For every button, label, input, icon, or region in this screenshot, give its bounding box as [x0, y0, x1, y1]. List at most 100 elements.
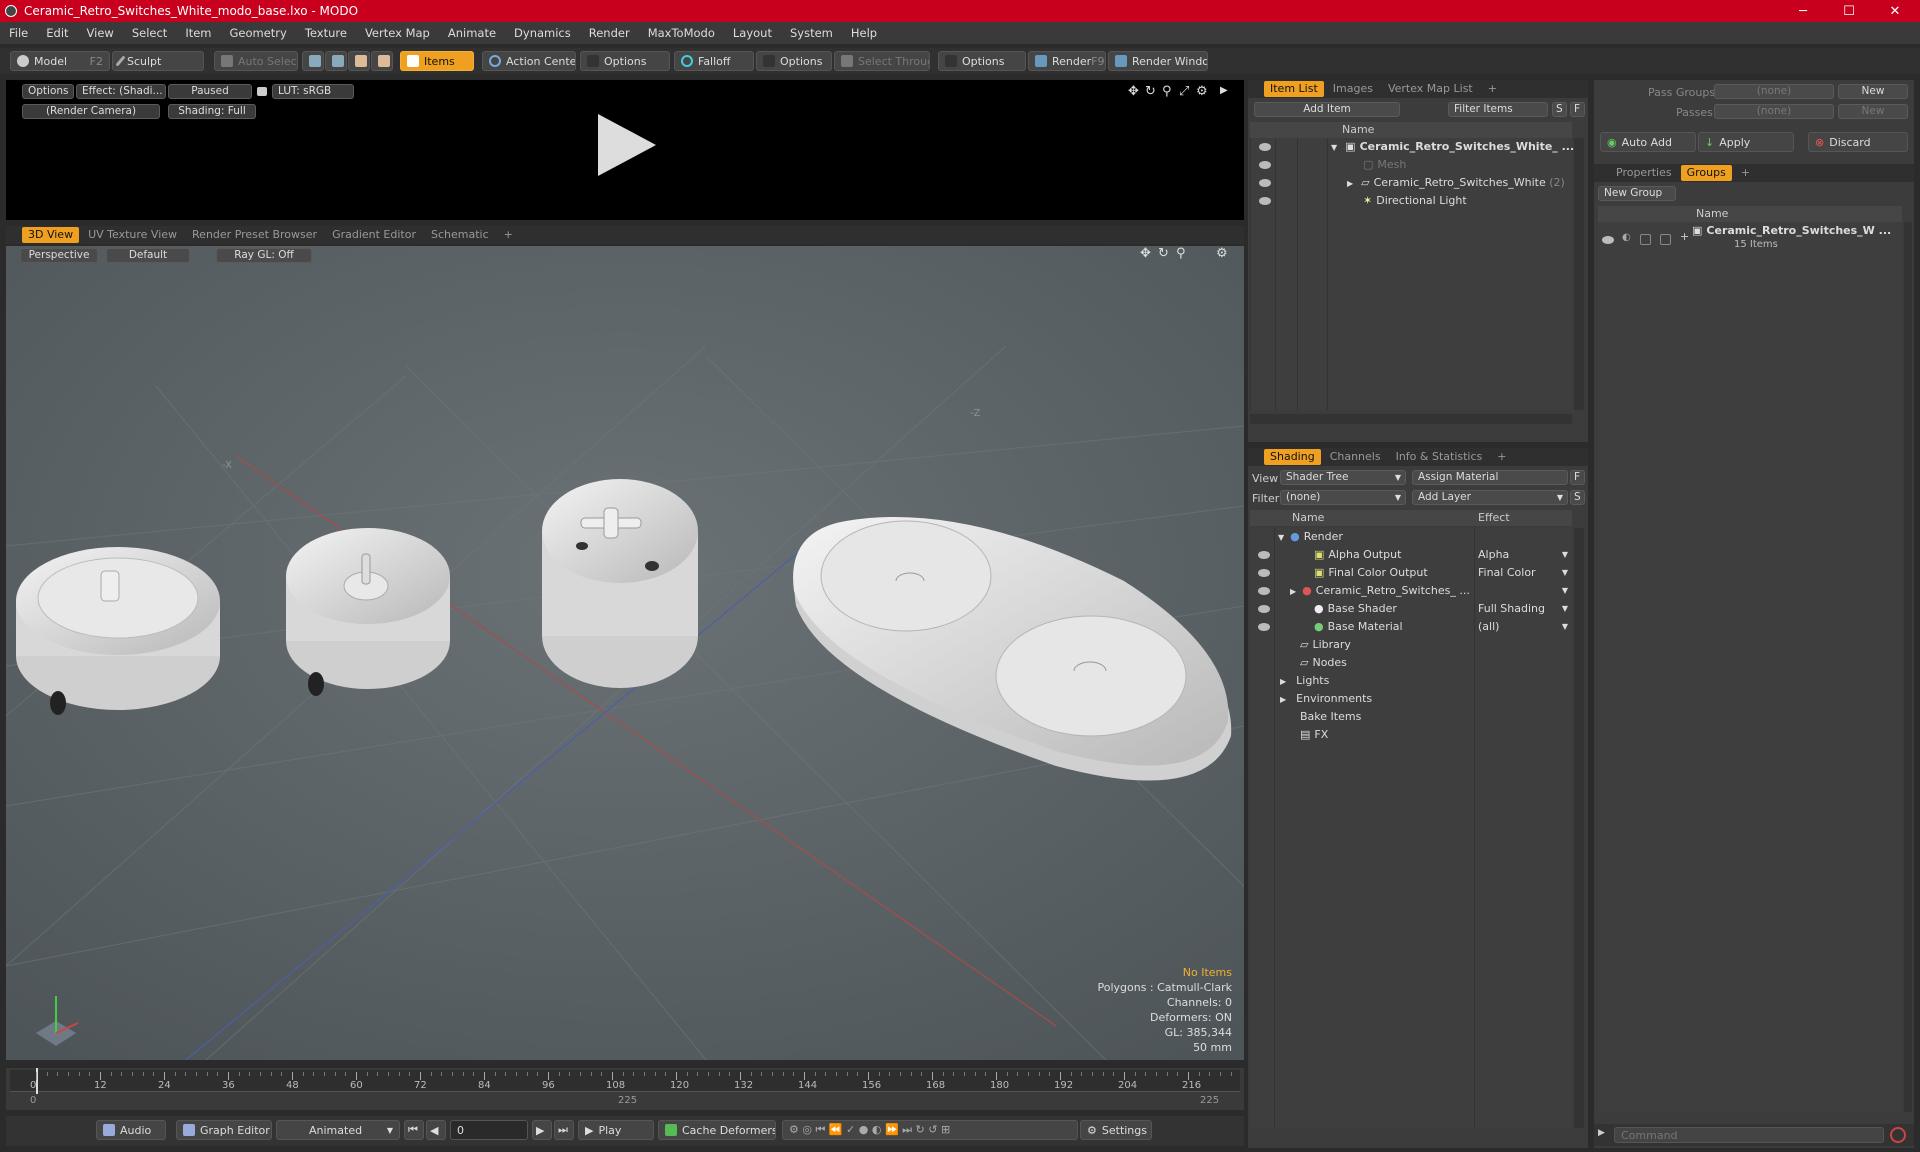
tab-uv-texture-view[interactable]: UV Texture View [82, 227, 183, 243]
menu-geometry[interactable]: Geometry [221, 26, 296, 40]
gear-icon[interactable]: ⚙ [1216, 246, 1228, 261]
eye-icon[interactable] [1259, 161, 1271, 169]
rotate-icon[interactable]: ↻ [1145, 84, 1156, 99]
tab-3d-view[interactable]: 3D View [22, 227, 80, 243]
last-frame-button[interactable]: ⏭ [554, 1120, 574, 1140]
action-center-options-button[interactable]: Options [580, 51, 670, 71]
assign-material-dropdown[interactable]: Assign Material [1412, 470, 1568, 485]
command-expand-icon[interactable]: ▶ [1598, 1128, 1605, 1138]
expand-icon[interactable]: ▶ [1280, 695, 1286, 704]
shader-row-nodes[interactable]: ▱ Nodes [1300, 654, 1347, 672]
tab-properties[interactable]: Properties [1610, 165, 1678, 181]
zoom-icon[interactable]: ⚲ [1162, 84, 1172, 99]
expand-icon[interactable]: ▼ [1331, 143, 1337, 152]
cache-deformers-button[interactable]: Cache Deformers [658, 1120, 776, 1140]
tab-gradient-editor[interactable]: Gradient Editor [326, 227, 422, 243]
item-mesh-row[interactable]: ▢ Mesh [1363, 156, 1406, 174]
filter-items-input[interactable]: Filter Items [1448, 102, 1548, 117]
first-frame-button[interactable]: ⏮ [404, 1120, 424, 1140]
tab-render-preset-browser[interactable]: Render Preset Browser [186, 227, 323, 243]
effect-dropdown[interactable]: Effect: (Shadi... [76, 84, 166, 99]
timeline[interactable]: 0 12 24 36 48 60 72 84 96 108 120 132 144 156 168 180 19… [6, 1068, 1244, 1110]
3d-viewport[interactable]: -X -Z Perspective Default Ray GL: Off ✥ … [6, 246, 1244, 1060]
falloff-button[interactable]: Falloff [674, 51, 754, 71]
groups-scrollbar[interactable] [1904, 222, 1912, 1112]
shader-row-base-shader[interactable]: ● Base Shader [1314, 600, 1397, 618]
effect-base-material-dropdown[interactable]: (all) ▼ [1478, 618, 1568, 636]
eye-icon[interactable] [1259, 179, 1271, 187]
action-center-button[interactable]: Action Center [482, 51, 576, 71]
shading-dropdown[interactable]: Shading: Full [168, 104, 256, 119]
add-tab-icon[interactable]: + [1491, 449, 1512, 465]
tab-item-list[interactable]: Item List [1264, 81, 1324, 97]
tab-channels[interactable]: Channels [1324, 449, 1387, 465]
graph-editor-button[interactable]: Graph Editor [176, 1120, 272, 1140]
menu-render[interactable]: Render [580, 26, 639, 40]
menu-animate[interactable]: Animate [439, 26, 505, 40]
tab-images[interactable]: Images [1327, 81, 1379, 97]
pan-icon[interactable]: ✥ [1140, 246, 1151, 261]
view-dropdown[interactable]: Shader Tree ▼ [1280, 470, 1406, 485]
shading-f-button[interactable]: F [1570, 470, 1585, 485]
animated-dropdown[interactable]: Animated ▼ [276, 1120, 400, 1140]
passes-dropdown[interactable]: (none) [1714, 104, 1834, 119]
next-frame-button[interactable]: ▶ [532, 1120, 552, 1140]
close-button[interactable]: ✕ [1872, 0, 1918, 22]
sculpt-button[interactable]: Sculpt [112, 51, 204, 71]
eye-icon[interactable] [1259, 197, 1271, 205]
render-toggle-icon[interactable]: ◐ [1622, 232, 1631, 243]
group-row[interactable]: ▣ Ceramic_Retro_Switches_W ... [1692, 222, 1891, 240]
new-pass-button[interactable]: New [1838, 104, 1908, 119]
expand-icon[interactable]: ▶ [1280, 677, 1286, 686]
item-scene-row[interactable]: ▼ ▣ Ceramic_Retro_Switches_White_ ... [1331, 138, 1574, 156]
add-item-dropdown[interactable]: Add Item [1254, 102, 1400, 117]
add-layer-dropdown[interactable]: Add Layer ▼ [1412, 490, 1568, 505]
expand-icon[interactable]: ▶ [1290, 587, 1296, 596]
item-group-row[interactable]: ▶ ▱ Ceramic_Retro_Switches_White (2) [1347, 174, 1565, 192]
eye-icon[interactable] [1258, 623, 1270, 631]
command-input[interactable] [1614, 1127, 1884, 1143]
apply-button[interactable]: ↓ Apply [1698, 132, 1794, 152]
effect-final-color-dropdown[interactable]: Final Color ▼ [1478, 564, 1568, 582]
shading-s-button[interactable]: S [1570, 490, 1585, 505]
shader-row-fx[interactable]: ▤ FX [1300, 726, 1328, 744]
lock-checkbox[interactable] [1640, 234, 1651, 245]
zoom-icon[interactable]: ⚲ [1176, 246, 1186, 261]
eye-icon[interactable] [1259, 143, 1271, 151]
frame-input[interactable]: 0 [450, 1120, 528, 1140]
menu-vertex-map[interactable]: Vertex Map [356, 26, 439, 40]
shader-row-base-material[interactable]: ● Base Material [1314, 618, 1403, 636]
lut-dropdown[interactable]: LUT: sRGB [272, 84, 354, 99]
arrow-right-icon[interactable]: ▶ [1220, 85, 1228, 96]
eye-icon[interactable] [1258, 587, 1270, 595]
raygl-dropdown[interactable]: Ray GL: Off [216, 248, 312, 263]
default-style-dropdown[interactable]: Default [106, 248, 190, 263]
shader-row-final-color[interactable]: ▣ Final Color Output [1314, 564, 1428, 582]
effect-base-shader-dropdown[interactable]: Full Shading ▼ [1478, 600, 1568, 618]
add-tab-icon[interactable]: + [1482, 81, 1503, 97]
vertices-mode-button[interactable] [302, 51, 324, 71]
shader-row-alpha-output[interactable]: ▣ Alpha Output [1314, 546, 1401, 564]
menu-edit[interactable]: Edit [37, 26, 77, 40]
model-button[interactable]: Model F2 [10, 51, 110, 71]
play-icon[interactable] [590, 110, 660, 180]
key-tools[interactable]: ⚙ ◎ ⏮ ⏪ ✓ ● ◐ ⏩ ⏭ ↻ ↺ ⊞ [782, 1120, 1078, 1140]
polygons-mode-button[interactable] [348, 51, 370, 71]
menu-layout[interactable]: Layout [724, 26, 781, 40]
select-through-button[interactable]: Select Through [834, 51, 930, 71]
add-tab-icon[interactable]: + [1735, 165, 1756, 181]
gear-icon[interactable]: ⚙ [1196, 84, 1208, 99]
filter-s-button[interactable]: S [1552, 102, 1567, 117]
eye-icon[interactable] [1258, 605, 1270, 613]
materials-mode-button[interactable] [371, 51, 393, 71]
new-group-button[interactable]: New Group [1598, 186, 1676, 201]
discard-button[interactable]: ⊗ Discard [1808, 132, 1908, 152]
shader-row-library[interactable]: ▱ Library [1300, 636, 1351, 654]
render-button[interactable]: Render F9 [1028, 51, 1106, 71]
new-pass-group-button[interactable]: New [1838, 84, 1908, 99]
render-window-button[interactable]: Render Window [1108, 51, 1208, 71]
audio-button[interactable]: Audio [96, 1120, 166, 1140]
minimize-button[interactable]: ─ [1780, 0, 1826, 22]
menu-file[interactable]: File [0, 26, 37, 40]
item-list-scrollbar[interactable] [1574, 138, 1584, 410]
